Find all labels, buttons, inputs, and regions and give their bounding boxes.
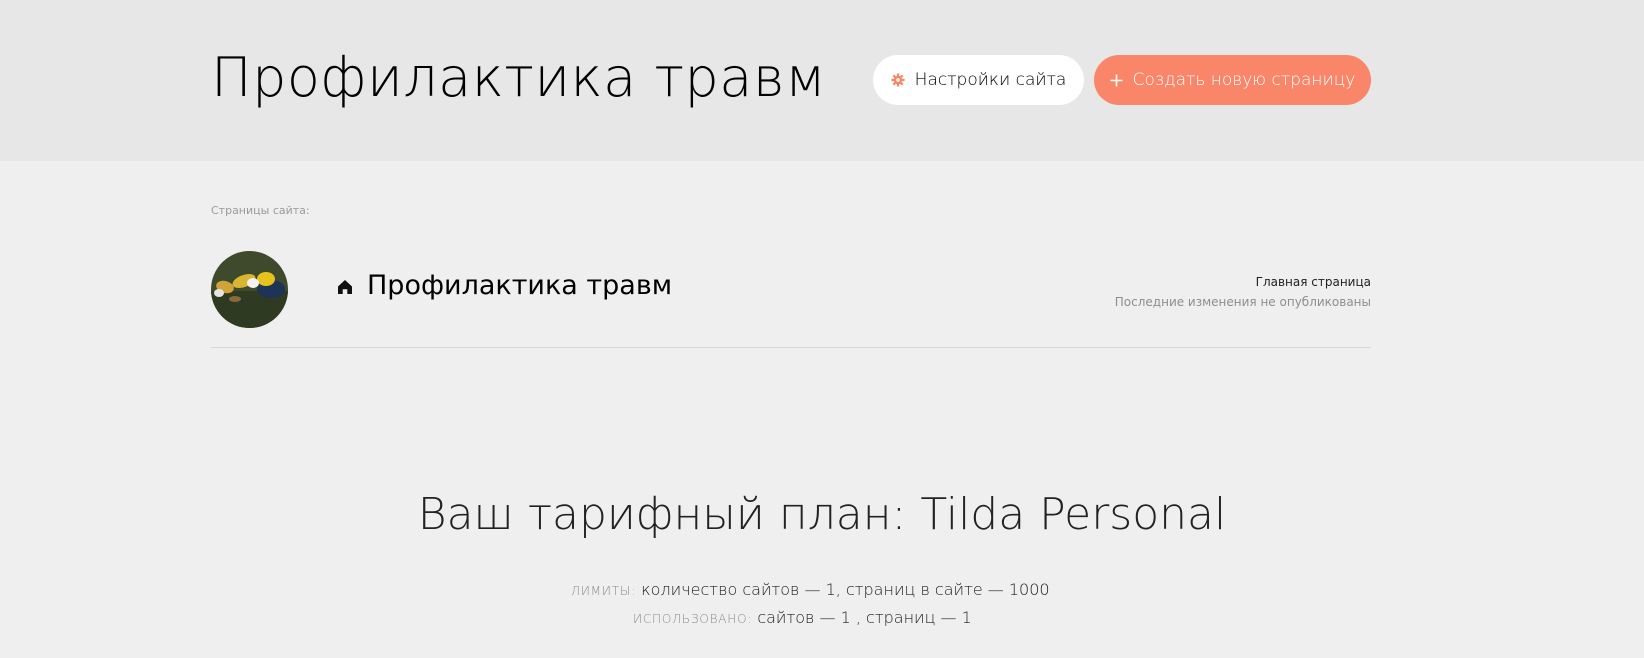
page-meta: Главная страница Последние изменения не … — [1115, 273, 1371, 313]
site-title: Профилактика травм — [211, 46, 827, 109]
plan-limits-label: лимиты: — [571, 584, 637, 598]
site-header: Профилактика травм Настройки сайта Созда… — [0, 0, 1644, 161]
create-page-label: Создать новую страницу — [1132, 70, 1356, 90]
create-page-button[interactable]: Создать новую страницу — [1094, 55, 1371, 105]
page-list-item[interactable]: Профилактика травм Главная страница Посл… — [211, 248, 1371, 348]
page-title-link[interactable]: Профилактика травм — [367, 266, 672, 306]
gear-icon — [891, 73, 905, 87]
page-thumbnail[interactable] — [211, 251, 288, 328]
plan-usage-value: сайтов — 1 , страниц — 1 — [757, 608, 972, 627]
plus-icon — [1110, 74, 1123, 87]
plan-limits-value: количество сайтов — 1, страниц в сайте —… — [641, 580, 1050, 599]
plan-usage: использовано: сайтов — 1 , страниц — 1 — [633, 608, 972, 627]
plan-limits: лимиты: количество сайтов — 1, страниц в… — [571, 580, 1050, 599]
page-publish-status: Последние изменения не опубликованы — [1114, 295, 1371, 309]
page-type-label: Главная страница — [1255, 275, 1371, 289]
site-settings-button[interactable]: Настройки сайта — [873, 55, 1084, 105]
site-settings-label: Настройки сайта — [914, 70, 1067, 90]
plan-usage-label: использовано: — [633, 612, 753, 626]
pages-section-label: Страницы сайта: — [211, 204, 310, 217]
home-icon — [337, 279, 353, 295]
plan-title: Ваш тарифный план: Tilda Personal — [417, 489, 1227, 540]
